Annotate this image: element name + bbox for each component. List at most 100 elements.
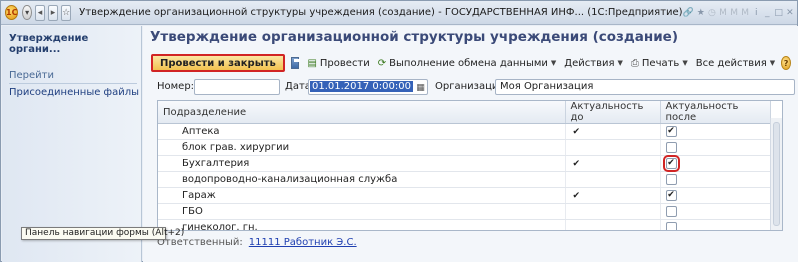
form-toolbar: Провести и закрыть ▤ Провести ⟳ Выполнен… xyxy=(151,53,791,73)
actual-before-cell xyxy=(565,171,661,188)
department-name[interactable]: Гараж xyxy=(158,187,566,204)
refresh-icon: ⟳ xyxy=(377,57,387,69)
print-menu[interactable]: ⎙ Печать ▼ xyxy=(631,58,688,69)
actual-after-cell xyxy=(660,203,771,220)
chevron-down-icon: ▼ xyxy=(550,59,557,67)
department-name[interactable]: гинеколог. гн. xyxy=(158,219,566,230)
data-exchange-label: Выполнение обмена данными xyxy=(389,57,548,69)
memory-mminus-icon[interactable]: M xyxy=(741,6,749,20)
navigation-panel-tooltip: Панель навигации формы (Alt+2) xyxy=(21,227,184,240)
column-header-department[interactable]: Подразделение xyxy=(158,101,566,124)
actual-after-checkbox[interactable] xyxy=(665,221,677,230)
table-row[interactable]: ГБО xyxy=(158,203,771,220)
nav-item-attached-files[interactable]: Присоединенные файлы xyxy=(9,87,141,98)
department-name[interactable]: Аптека xyxy=(158,123,566,140)
number-field[interactable] xyxy=(194,79,280,95)
department-name[interactable]: ГБО xyxy=(158,203,566,220)
vertical-scrollbar[interactable] xyxy=(770,118,782,230)
chevron-down-icon: ▼ xyxy=(769,59,776,67)
table-row[interactable]: гинеколог. гн. xyxy=(158,219,771,230)
favorite-icon[interactable]: ★ xyxy=(697,6,705,20)
departments-table: Подразделение Актуальность до Актуальнос… xyxy=(157,100,783,231)
actual-before-cell: ✔ xyxy=(565,187,661,204)
actual-before-cell xyxy=(565,203,661,220)
actual-before-cell xyxy=(565,139,661,156)
actual-after-checkbox[interactable] xyxy=(665,141,677,153)
actual-after-checkbox[interactable]: ✔ xyxy=(665,125,677,137)
date-value: 01.01.2017 0:00:00 xyxy=(310,81,413,92)
nav-section-goto: Перейти xyxy=(9,70,137,84)
actual-before-cell: ✔ xyxy=(565,123,661,140)
maximize-icon[interactable]: □ xyxy=(774,6,783,20)
table-header-row: Подразделение Актуальность до Актуальнос… xyxy=(158,101,771,124)
responsible-row: Ответственный: 11111 Работник Э.С. xyxy=(157,237,357,248)
actual-after-cell xyxy=(660,219,771,230)
main-menu-icon[interactable]: ▾ xyxy=(22,5,32,20)
actual-after-cell xyxy=(660,171,771,188)
memory-mplus-icon[interactable]: M xyxy=(730,6,738,20)
date-field[interactable]: 01.01.2017 0:00:00 ▦ xyxy=(308,79,428,95)
post-doc-icon: ▤ xyxy=(307,57,317,69)
organization-field[interactable]: Моя Организация xyxy=(495,79,795,95)
title-bar: 1С ▾ ◂ ▸ ☆ Утверждение организационной с… xyxy=(1,1,797,25)
actual-after-cell: ✔ xyxy=(660,187,771,204)
check-mark-icon: ✔ xyxy=(572,159,581,169)
help-icon[interactable]: ? xyxy=(781,56,791,70)
print-label: Печать xyxy=(641,57,680,69)
responsible-link[interactable]: 11111 Работник Э.С. xyxy=(249,237,357,248)
actual-after-checkbox[interactable] xyxy=(665,205,677,217)
save-icon[interactable] xyxy=(290,57,300,69)
printer-icon: ⎙ xyxy=(630,57,639,69)
all-actions-menu[interactable]: Все действия ▼ xyxy=(696,58,775,69)
department-name[interactable]: водопроводно-канализационная служба xyxy=(158,171,566,188)
scrollbar-thumb[interactable] xyxy=(773,122,780,226)
memory-m-icon[interactable]: M xyxy=(719,6,727,20)
data-exchange-button[interactable]: ⟳ Выполнение обмена данными ▼ xyxy=(378,58,557,69)
actions-menu[interactable]: Действия ▼ xyxy=(564,58,623,69)
page-title: Утверждение организационной структуры уч… xyxy=(150,29,679,45)
table-row[interactable]: водопроводно-канализационная служба xyxy=(158,171,771,188)
column-header-actual-after[interactable]: Актуальность после xyxy=(660,101,771,124)
link-icon[interactable]: 🔗 xyxy=(683,6,694,20)
actual-after-checkbox[interactable] xyxy=(665,173,677,185)
post-button[interactable]: ▤ Провести xyxy=(307,58,369,69)
chevron-down-icon: ▼ xyxy=(617,59,623,67)
actual-after-cell xyxy=(660,139,771,156)
table-row[interactable]: Аптека ✔ ✔ xyxy=(158,123,771,140)
number-label: Номер: xyxy=(157,81,195,92)
check-mark-icon: ✔ xyxy=(572,127,581,137)
chevron-down-icon: ▼ xyxy=(682,59,688,67)
actual-after-checkbox[interactable]: ✔ xyxy=(662,154,680,172)
all-actions-label: Все действия xyxy=(695,57,767,69)
history-icon[interactable]: ◷ xyxy=(708,6,716,20)
table-row[interactable]: блок грав. хирургии xyxy=(158,139,771,156)
favorite-star-icon[interactable]: ☆ xyxy=(61,4,72,21)
app-logo-icon[interactable]: 1С xyxy=(5,5,19,20)
actual-after-checkbox[interactable]: ✔ xyxy=(665,189,677,201)
actual-after-cell: ✔ xyxy=(660,154,771,172)
actions-label: Действия xyxy=(564,57,615,69)
check-mark-icon: ✔ xyxy=(572,191,581,201)
post-and-close-button[interactable]: Провести и закрыть xyxy=(151,54,285,72)
actual-before-cell: ✔ xyxy=(565,155,661,172)
department-name[interactable]: блок грав. хирургии xyxy=(158,139,566,156)
back-icon[interactable]: ◂ xyxy=(34,4,46,21)
organization-value: Моя Организация xyxy=(500,81,594,92)
department-name[interactable]: Бухгалтерия xyxy=(158,155,566,172)
form-area: Утверждение организационной структуры уч… xyxy=(143,26,798,262)
table-row[interactable]: Гараж ✔ ✔ xyxy=(158,187,771,204)
actual-before-cell xyxy=(565,219,661,230)
minimize-icon[interactable]: _ xyxy=(763,6,771,20)
nav-panel-header[interactable]: Утверждение органи... xyxy=(2,26,141,55)
forward-icon[interactable]: ▸ xyxy=(48,4,59,21)
actual-after-cell: ✔ xyxy=(660,123,771,140)
close-icon[interactable]: ✕ xyxy=(786,6,794,20)
calendar-icon[interactable]: ▦ xyxy=(415,82,426,94)
table-row[interactable]: Бухгалтерия ✔ ✔ xyxy=(158,154,771,172)
application-window: 1С ▾ ◂ ▸ ☆ Утверждение организационной с… xyxy=(0,0,798,262)
header-fields: Номер: Дата: 01.01.2017 0:00:00 ▦ Органи… xyxy=(157,79,797,97)
info-icon[interactable]: i xyxy=(752,6,760,20)
column-header-actual-before[interactable]: Актуальность до xyxy=(565,101,661,124)
window-title: Утверждение организационной структуры уч… xyxy=(79,7,683,18)
post-label: Провести xyxy=(319,57,370,69)
